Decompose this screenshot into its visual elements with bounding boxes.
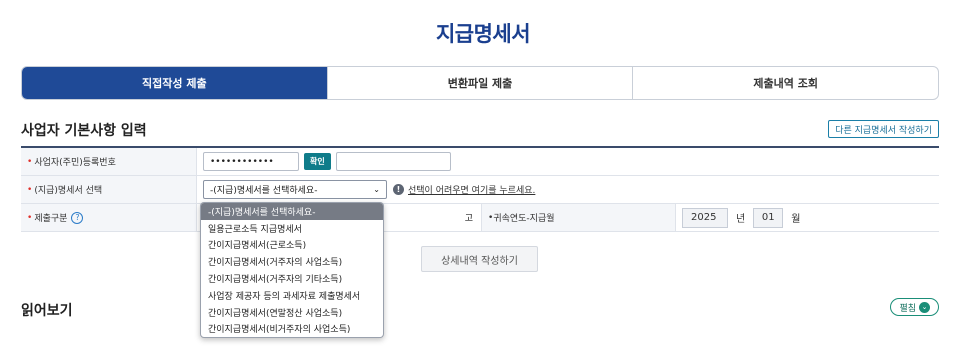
- dropdown-option[interactable]: 간이지급명세서(거주자의 기타소득): [201, 270, 383, 287]
- other-statement-button[interactable]: 다른 지급명세서 작성하기: [828, 120, 939, 138]
- statement-select-value: -(지급)명세서를 선택하세요-: [210, 186, 318, 196]
- dropdown-option[interactable]: 간이지급명세서(근로소득): [201, 237, 383, 254]
- month-field[interactable]: 01: [753, 207, 784, 228]
- read-section-title: 읽어보기: [21, 303, 73, 319]
- detail-write-button[interactable]: 상세내역 작성하기: [421, 246, 538, 272]
- submission-type-partial: 고: [464, 214, 473, 224]
- dropdown-option[interactable]: -(지급)명세서를 선택하세요-: [201, 203, 383, 220]
- dropdown-option[interactable]: 간이지급명세서(연말정산 사업소득): [201, 304, 383, 321]
- confirm-button[interactable]: 확인: [304, 153, 331, 170]
- tab-submission-history[interactable]: 제출내역 조회: [632, 67, 938, 99]
- section-title: 사업자 기본사항 입력: [21, 123, 147, 139]
- dropdown-option[interactable]: 사업장 제공자 등의 과세자료 제출명세서: [201, 287, 383, 304]
- chevron-down-icon: ⌄: [373, 185, 380, 194]
- dropdown-option[interactable]: 간이지급명세서(비거주자의 사업소득): [201, 321, 383, 338]
- info-icon: !: [393, 184, 404, 195]
- expand-label: 펼침: [899, 303, 916, 314]
- help-link[interactable]: 선택이 어려우면 여기를 누르세요.: [408, 183, 535, 196]
- year-unit: 년: [736, 214, 746, 225]
- year-field[interactable]: 2025: [682, 207, 728, 228]
- basic-info-form: • 사업자(주민)등록번호 •••••••••••• 확인 • (지급)명세서 선택…: [21, 146, 939, 232]
- registration-result-field: [335, 152, 451, 171]
- statement-type-dropdown: -(지급)명세서를 선택하세요- 일용근로소득 지급명세서 간이지급명세서(근로…: [200, 202, 384, 339]
- registration-number-input[interactable]: ••••••••••••: [203, 152, 299, 171]
- period-label: 귀속연도-지급월: [493, 214, 555, 224]
- form-row-registration: • 사업자(주민)등록번호 •••••••••••• 확인: [21, 148, 939, 176]
- required-mark: •: [27, 156, 33, 167]
- required-mark: •: [27, 184, 33, 195]
- help-icon[interactable]: ?: [71, 211, 84, 224]
- tab-convert-file-submit[interactable]: 변환파일 제출: [326, 67, 633, 99]
- statement-type-select[interactable]: -(지급)명세서를 선택하세요- ⌄: [203, 180, 387, 199]
- tab-bar: 직접작성 제출 변환파일 제출 제출내역 조회: [21, 66, 939, 100]
- dropdown-option[interactable]: 간이지급명세서(거주자의 사업소득): [201, 253, 383, 270]
- page-title: 지급명세서: [435, 22, 531, 46]
- tab-direct-submit[interactable]: 직접작성 제출: [22, 67, 327, 99]
- month-unit: 월: [791, 214, 801, 225]
- form-row-statement-select: • (지급)명세서 선택 -(지급)명세서를 선택하세요- ⌄ ! 선택이 어려우…: [21, 176, 939, 204]
- statement-select-label: (지급)명세서 선택: [34, 186, 103, 196]
- chevron-down-icon: ⌄: [919, 301, 930, 313]
- dropdown-option[interactable]: 일용근로소득 지급명세서: [201, 220, 383, 237]
- expand-button[interactable]: 펼침 ⌄: [890, 298, 939, 316]
- registration-label: 사업자(주민)등록번호: [34, 158, 116, 168]
- submission-type-label: 제출구분: [34, 214, 68, 224]
- form-row-submission-type: • 제출구분? 고 • 귀속연도-지급월 2025 년 01 월: [21, 204, 939, 232]
- required-mark: •: [27, 212, 33, 223]
